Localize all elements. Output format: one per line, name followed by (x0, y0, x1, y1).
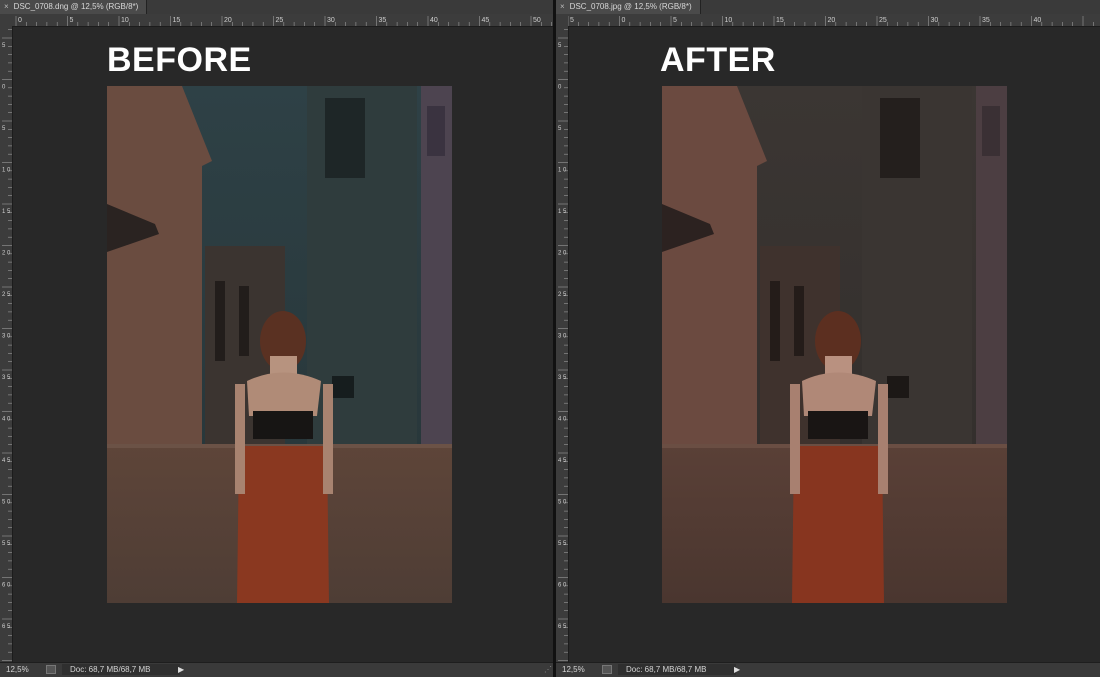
ruler-label: 0 (558, 85, 562, 91)
ruler-label: 2 5 (558, 292, 567, 298)
export-icon[interactable] (602, 665, 612, 674)
ruler-label: 2 0 (2, 251, 11, 257)
ruler-label: 3 0 (558, 334, 567, 340)
ruler-label: 35 (982, 17, 990, 24)
ruler-label: 3 0 (2, 334, 11, 340)
doc-size-info[interactable]: Doc: 68,7 MB/68,7 MB (62, 664, 180, 675)
tab-title: DSC_0708.jpg @ 12,5% (RGB/8*) (569, 2, 692, 11)
ruler-label: 6 0 (2, 583, 11, 589)
zoom-level[interactable]: 12,5% (562, 663, 585, 677)
ruler-label: 45 (482, 17, 490, 24)
ruler-label: 5 (70, 17, 74, 24)
ruler-label: 2 0 (558, 251, 567, 257)
ruler-label: 6 0 (558, 583, 567, 589)
before-document-window: × DSC_0708.dng @ 12,5% (RGB/8*) 0 5 10 15 20… (0, 0, 553, 677)
status-bar: 12,5% Doc: 68,7 MB/68,7 MB ▶ (0, 662, 553, 677)
ruler-label: 10 (121, 17, 129, 24)
ruler-label: 25 (879, 17, 887, 24)
export-icon[interactable] (46, 665, 56, 674)
status-bar: 12,5% Doc: 68,7 MB/68,7 MB ▶ (556, 662, 1100, 677)
document-canvas[interactable]: AFTER (569, 27, 1100, 663)
ruler-label: 3 5 (2, 375, 11, 381)
doc-size-info[interactable]: Doc: 68,7 MB/68,7 MB (618, 664, 736, 675)
ruler-label: 15 (776, 17, 784, 24)
ruler-label: 4 0 (558, 417, 567, 423)
vertical-ruler[interactable]: 5051 01 52 02 53 03 54 04 55 05 56 06 57 (556, 26, 569, 663)
ruler-label: 20 (224, 17, 232, 24)
ruler-label: 30 (931, 17, 939, 24)
ruler-label: 10 (725, 17, 733, 24)
ruler-label: 40 (430, 17, 438, 24)
document-tab-before[interactable]: × DSC_0708.dng @ 12,5% (RGB/8*) (0, 0, 148, 14)
ruler-label: 5 (558, 126, 562, 132)
ruler-label: 20 (828, 17, 836, 24)
ruler-label: 40 (1034, 17, 1042, 24)
document-canvas[interactable]: BEFORE (13, 27, 553, 663)
zoom-level[interactable]: 12,5% (6, 663, 29, 677)
document-tab-bar: × DSC_0708.dng @ 12,5% (RGB/8*) (0, 0, 553, 15)
ruler-label: 1 0 (2, 168, 11, 174)
ruler-label: 6 5 (2, 624, 11, 630)
ruler-label: 30 (327, 17, 335, 24)
ruler-label: 5 0 (2, 500, 11, 506)
after-photo (662, 86, 1007, 603)
resize-grip-icon[interactable]: ⋰ (543, 663, 553, 677)
ruler-label: 2 5 (2, 292, 11, 298)
ruler-label: 4 5 (558, 458, 567, 464)
ruler-label: 5 5 (558, 541, 567, 547)
document-tab-bar: × DSC_0708.jpg @ 12,5% (RGB/8*) (556, 0, 1100, 15)
close-icon[interactable]: × (4, 0, 9, 14)
status-menu-arrow-icon[interactable]: ▶ (734, 663, 740, 677)
status-menu-arrow-icon[interactable]: ▶ (178, 663, 184, 677)
ruler-label: 6 5 (558, 624, 567, 630)
ruler-label: 5 (2, 126, 6, 132)
ruler-label: 5 (558, 43, 562, 49)
after-document-window: × DSC_0708.jpg @ 12,5% (RGB/8*) 5 0 5 10 15 2… (556, 0, 1100, 677)
close-icon[interactable]: × (560, 0, 565, 14)
ruler-label: 4 0 (2, 417, 11, 423)
ruler-label: 1 5 (2, 209, 11, 215)
before-photo (107, 86, 452, 603)
tab-title: DSC_0708.dng @ 12,5% (RGB/8*) (13, 2, 139, 11)
ruler-label: 0 (622, 17, 626, 24)
ruler-label: 3 5 (558, 375, 567, 381)
ruler-label: 50 (533, 17, 541, 24)
before-heading: BEFORE (107, 41, 252, 79)
ruler-label: 5 (673, 17, 677, 24)
ruler-label: 15 (173, 17, 181, 24)
ruler-label: 5 (570, 17, 574, 24)
horizontal-ruler[interactable]: 0 5 10 15 20 25 30 35 40 45 50 (12, 14, 553, 27)
ruler-label: 0 (18, 17, 22, 24)
ruler-label: 1 5 (558, 209, 567, 215)
ruler-label: 5 (2, 43, 6, 49)
ruler-label: 0 (2, 85, 6, 91)
document-tab-after[interactable]: × DSC_0708.jpg @ 12,5% (RGB/8*) (556, 0, 701, 14)
ruler-label: 25 (276, 17, 284, 24)
ruler-label: 1 0 (558, 168, 567, 174)
ruler-label: 35 (379, 17, 387, 24)
vertical-ruler[interactable]: 5051 01 52 02 53 03 54 04 55 05 56 06 57 (0, 26, 13, 663)
ruler-label: 4 5 (2, 458, 11, 464)
ruler-label: 5 5 (2, 541, 11, 547)
after-heading: AFTER (660, 41, 776, 79)
horizontal-ruler[interactable]: 5 0 5 10 15 20 25 30 35 40 (568, 14, 1100, 27)
ruler-label: 5 0 (558, 500, 567, 506)
